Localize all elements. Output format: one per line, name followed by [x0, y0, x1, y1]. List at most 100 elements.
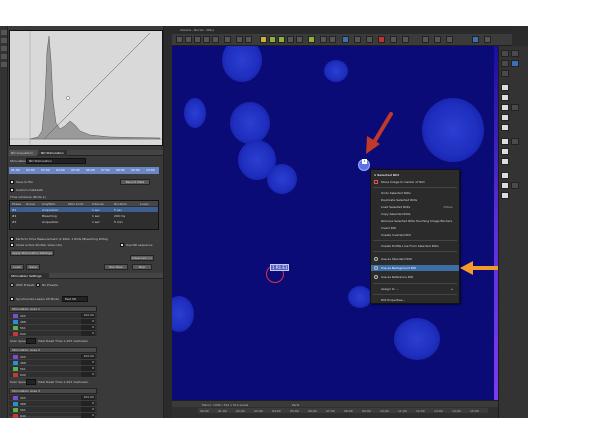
perform-time-measurement-checkbox[interactable] [10, 237, 14, 241]
close-shutter-checkbox[interactable] [10, 243, 14, 247]
laser-power-field[interactable]: 0 [81, 407, 95, 412]
tool-icon[interactable] [511, 138, 519, 145]
menu-item-duplicate[interactable]: Duplicate Selected ROIs [371, 197, 459, 203]
fit-icon[interactable] [446, 36, 453, 43]
sp-mode-select[interactable]: Fast SD [62, 296, 88, 302]
measure-icon[interactable] [245, 36, 252, 43]
stimulation-area-header[interactable]: Stimulation Area 2 [9, 347, 97, 353]
run-now-button[interactable]: Run Now [104, 264, 128, 270]
laser-power-field[interactable]: 0 [81, 372, 95, 377]
laser-power-field[interactable]: 100.00 [81, 354, 95, 359]
tab-nd-acquisition[interactable]: ND Acquisition [9, 150, 37, 156]
menu-item-undo[interactable]: Undo Selected ROIs [371, 190, 459, 196]
laser-row[interactable]: 640 0 [9, 331, 97, 337]
color-icon[interactable] [308, 36, 315, 43]
scan-speed-field[interactable] [26, 379, 36, 385]
layout-icon[interactable] [484, 36, 491, 43]
stimulation-settings-title[interactable]: Stimulation Settings [9, 273, 49, 279]
tool-icon[interactable] [501, 148, 509, 155]
settings-icon[interactable] [390, 36, 397, 43]
use-nd-sequence-checkbox[interactable] [120, 243, 124, 247]
display-icon[interactable] [342, 36, 349, 43]
tool-icon[interactable] [1, 54, 7, 59]
view-icon[interactable] [320, 36, 327, 43]
laser-power-field[interactable]: 0 [81, 360, 95, 365]
laser-power-field[interactable]: 100.00 [81, 395, 95, 400]
roi-icon[interactable] [236, 36, 243, 43]
lut-icon[interactable] [212, 36, 219, 43]
stimulation-area-header[interactable]: Stimulation Area 1 [9, 306, 97, 312]
tool-icon[interactable] [501, 192, 509, 199]
menu-item-assign-to[interactable]: Assign to ... ▸ [371, 286, 459, 292]
custom-metadata-checkbox[interactable] [10, 188, 14, 192]
tool-icon[interactable] [511, 60, 519, 67]
tool-icon[interactable] [511, 50, 519, 57]
tool-icon[interactable] [501, 84, 509, 91]
tool-icon[interactable] [501, 104, 509, 111]
tool-icon[interactable] [1, 62, 7, 67]
annotate-icon[interactable] [366, 36, 373, 43]
zoom-icon[interactable] [194, 36, 201, 43]
tool-icon[interactable] [1, 38, 7, 43]
menu-item-move-image[interactable]: Move Image to Center of ROI [371, 179, 459, 185]
menu-item-load[interactable]: Load Selected ROIs Ctrl+L [371, 204, 459, 210]
time-navigator[interactable]: 00:00 01:00 02:00 03:00 04:00 05:00 06:0… [172, 407, 498, 418]
load-button[interactable]: Load [10, 264, 24, 270]
advanced-button[interactable]: Advanced >> [130, 255, 154, 261]
menu-item-invert[interactable]: Invert ROI [371, 225, 459, 231]
stimulation-timeline[interactable]: 01:00 02:00 03:00 04:00 05:00 06:00 07:0… [9, 167, 159, 174]
view-icon[interactable] [329, 36, 336, 43]
tool-icon[interactable] [511, 182, 519, 189]
channel-icon[interactable] [260, 36, 267, 43]
layout-icon[interactable] [472, 36, 479, 43]
hand-icon[interactable] [185, 36, 192, 43]
tool-icon[interactable] [501, 158, 509, 165]
laser-power-field[interactable]: 0 [81, 331, 95, 336]
synchronize-lasers-checkbox[interactable] [10, 297, 14, 301]
menu-item-reference-roi[interactable]: Use as Reference ROI [371, 274, 459, 280]
overlay-icon[interactable] [296, 36, 303, 43]
stop-button[interactable]: Stop [132, 264, 152, 270]
laser-power-field[interactable]: 0 [81, 413, 95, 418]
table-row[interactable]: #1 Acquisition 1 sec 5 sec [10, 207, 158, 212]
tool-icon[interactable] [1, 30, 7, 35]
menu-item-background-roi[interactable]: Use as Background ROI [371, 265, 459, 271]
pointer-icon[interactable] [176, 36, 183, 43]
save-button[interactable]: Save [26, 264, 40, 270]
table-row[interactable]: #2 Bleaching 1 sec 200 ms [10, 213, 158, 218]
stimulation-area-header[interactable]: Stimulation Area 3 [9, 388, 97, 394]
tool-icon[interactable] [1, 46, 7, 51]
tool-icon[interactable] [511, 104, 519, 111]
menu-item-roi-properties[interactable]: ROI Properties... [371, 297, 459, 303]
pencil-icon[interactable] [224, 36, 231, 43]
apply-stimulation-button[interactable]: Apply Stimulation Settings [10, 250, 54, 256]
zoom-out-icon[interactable] [434, 36, 441, 43]
stimulation-select[interactable]: ND Stimulation [26, 158, 86, 164]
with-presets-radio[interactable] [10, 283, 14, 287]
export-icon[interactable] [402, 36, 409, 43]
menu-item-profile-line[interactable]: Create Profile Line From Selected ROIs [371, 243, 459, 249]
save-to-file-checkbox[interactable] [10, 180, 14, 184]
tool-icon[interactable] [501, 138, 509, 145]
tool-icon[interactable] [501, 172, 509, 179]
tool-icon[interactable] [501, 124, 509, 131]
menu-item-standard-roi[interactable]: Use as Standard ROI [371, 256, 459, 262]
grid-icon[interactable] [354, 36, 361, 43]
record-data-button[interactable]: Record Data [120, 179, 150, 185]
tool-icon[interactable] [501, 114, 509, 121]
scan-speed-field[interactable] [26, 338, 36, 344]
tool-icon[interactable] [501, 182, 509, 189]
laser-power-field[interactable]: 0 [81, 401, 95, 406]
laser-row[interactable]: 640 0 [9, 372, 97, 378]
channel-icon[interactable] [278, 36, 285, 43]
laser-power-field[interactable]: 0 [81, 366, 95, 371]
menu-item-create-inverted[interactable]: Create Inverted ROI [371, 232, 459, 238]
tool-icon[interactable] [501, 60, 509, 67]
rotate-icon[interactable] [203, 36, 210, 43]
tool-icon[interactable] [501, 50, 509, 57]
laser-row[interactable]: 640 0 [9, 413, 97, 418]
laser-power-field[interactable]: 0 [81, 319, 95, 324]
tool-icon[interactable] [501, 70, 509, 77]
laser-power-field[interactable]: 0 [81, 325, 95, 330]
channel-icon[interactable] [287, 36, 294, 43]
